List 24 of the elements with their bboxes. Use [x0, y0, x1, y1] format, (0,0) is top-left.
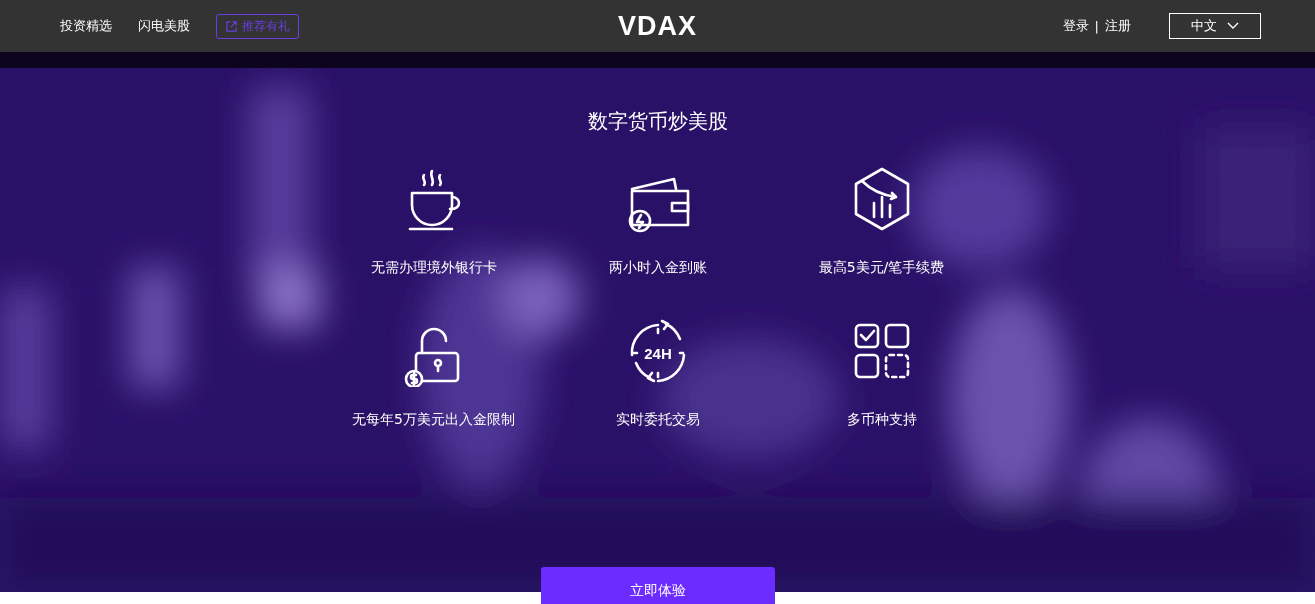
nav-link[interactable]: 投资精选: [60, 17, 112, 35]
clock-icon: [630, 319, 685, 383]
feature-label: 多币种支持: [846, 411, 917, 429]
wallet-icon: [628, 177, 689, 233]
logo[interactable]: VDAX: [618, 10, 697, 42]
coffee-cup-icon: [408, 169, 460, 231]
feature-label: 两小时入金到账: [608, 259, 707, 277]
separator: |: [1094, 18, 1099, 34]
feature-label: 无每年5万美元出入金限制: [352, 411, 515, 429]
nav-link[interactable]: 闪电美股: [138, 17, 190, 35]
register-link[interactable]: 注册: [1105, 17, 1131, 35]
hexagon-chart-icon: [854, 167, 909, 231]
external-link-icon: [225, 19, 238, 33]
feature-label: 无需办理境外银行卡: [370, 259, 497, 277]
hero-title: 数字货币炒美股: [586, 108, 729, 135]
checklist-grid-icon: [854, 323, 909, 379]
chevron-down-icon: [1227, 22, 1239, 30]
try-now-button[interactable]: 立即体验: [540, 567, 775, 604]
language-select[interactable]: 中文: [1169, 13, 1261, 39]
feature-label: 实时委托交易: [615, 411, 700, 429]
padlock-icon: [404, 327, 459, 387]
login-link[interactable]: 登录: [1062, 17, 1089, 35]
clock-label: 24H: [643, 345, 672, 362]
feature-label: 最高5美元/笔手续费: [818, 259, 945, 277]
